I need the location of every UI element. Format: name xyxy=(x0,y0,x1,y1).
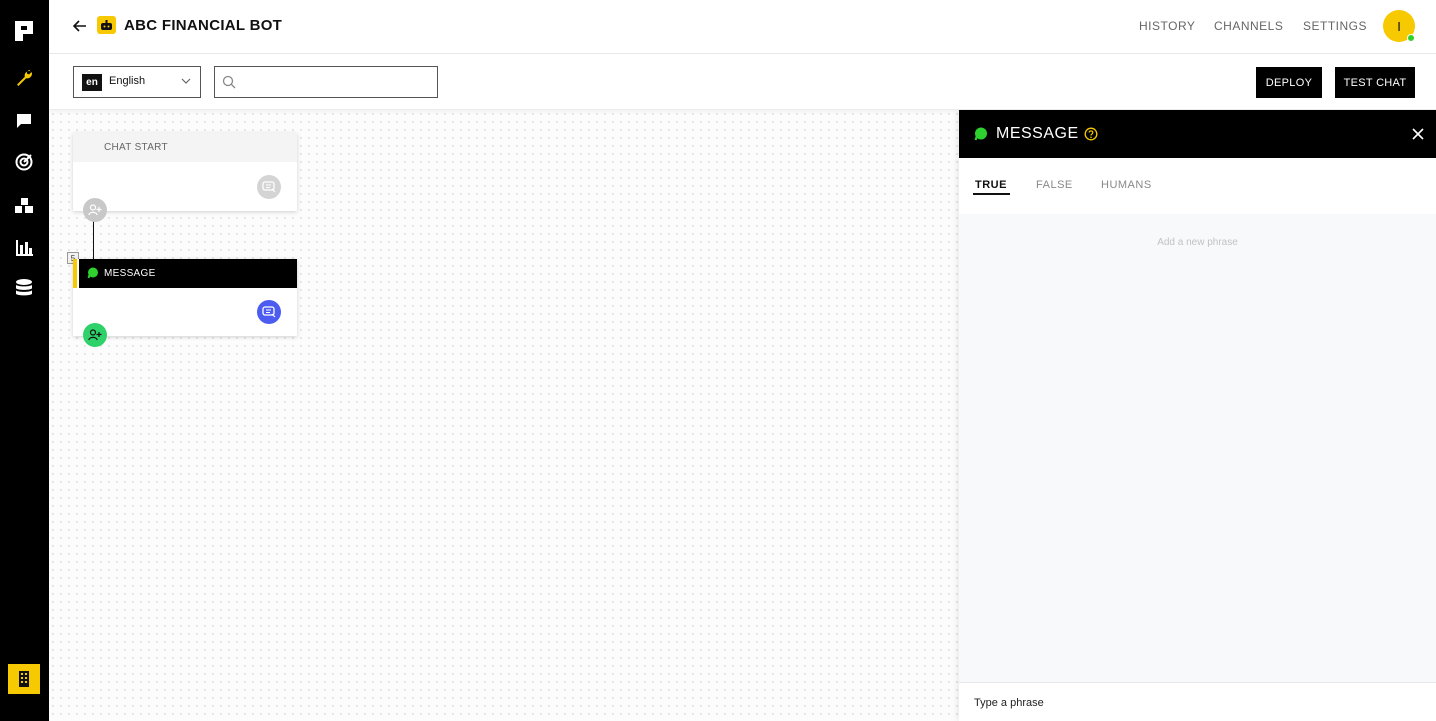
chat-start-label: CHAT START xyxy=(104,142,168,153)
help-icon[interactable] xyxy=(1084,127,1098,141)
top-header: ABC FINANCIAL BOT HISTORY CHANNELS SETTI… xyxy=(49,0,1436,54)
nav-settings[interactable]: SETTINGS xyxy=(1303,19,1367,33)
chat-start-add-user-button[interactable] xyxy=(83,198,107,222)
message-node-label: MESSAGE xyxy=(104,268,156,279)
message-reply-icon xyxy=(262,306,276,318)
search-icon xyxy=(222,75,236,89)
wrench-icon[interactable] xyxy=(14,68,34,88)
test-chat-button[interactable]: TEST CHAT xyxy=(1335,67,1415,98)
whatsapp-icon xyxy=(974,127,987,141)
nav-history[interactable]: HISTORY xyxy=(1139,19,1195,33)
tab-false[interactable]: FALSE xyxy=(1036,179,1073,191)
bar-chart-icon[interactable] xyxy=(14,238,34,258)
node-accent-bar xyxy=(73,259,77,288)
add-user-icon xyxy=(88,329,102,341)
whatsapp-icon xyxy=(87,267,98,279)
bot-icon xyxy=(97,16,116,34)
flow-canvas[interactable]: CHAT START 5 MESSAGE xyxy=(49,110,959,721)
search-box xyxy=(214,66,438,98)
node-connector xyxy=(93,221,94,261)
phrase-input[interactable] xyxy=(974,694,1414,712)
message-node[interactable]: MESSAGE xyxy=(73,259,297,336)
toolbar: en English DEPLOY TEST CHAT xyxy=(49,54,1436,110)
language-select[interactable]: en English xyxy=(73,66,201,98)
deploy-button[interactable]: DEPLOY xyxy=(1256,67,1322,98)
message-panel: MESSAGE TRUE FALSE HUMANS Add a new phra… xyxy=(959,110,1436,721)
panel-header: MESSAGE xyxy=(959,110,1436,158)
target-icon[interactable] xyxy=(14,152,34,172)
organization-button[interactable] xyxy=(8,664,40,694)
language-code-badge: en xyxy=(82,74,102,91)
nav-channels[interactable]: CHANNELS xyxy=(1214,19,1283,33)
message-node-header: MESSAGE xyxy=(79,259,297,288)
phrase-hint: Add a new phrase xyxy=(1157,237,1238,248)
building-icon xyxy=(19,671,29,687)
chat-start-reply-button[interactable] xyxy=(257,175,281,199)
language-label: English xyxy=(109,75,146,87)
phrase-input-bar xyxy=(959,682,1436,721)
chat-start-header: CHAT START xyxy=(73,133,297,162)
tab-true[interactable]: TRUE xyxy=(975,179,1007,191)
panel-title: MESSAGE xyxy=(996,125,1079,142)
chat-start-node[interactable]: CHAT START xyxy=(73,133,297,211)
chevron-down-icon xyxy=(181,78,191,84)
add-user-icon xyxy=(88,204,102,216)
back-arrow-icon[interactable] xyxy=(71,17,89,35)
active-tab-indicator xyxy=(973,193,1010,195)
message-add-user-button[interactable] xyxy=(83,323,107,347)
close-icon[interactable] xyxy=(1411,127,1425,141)
left-sidebar xyxy=(0,0,49,721)
tab-humans[interactable]: HUMANS xyxy=(1101,179,1152,191)
bot-title: ABC FINANCIAL BOT xyxy=(124,17,283,34)
app-logo-icon[interactable] xyxy=(15,21,33,41)
message-reply-button[interactable] xyxy=(257,300,281,324)
search-input[interactable] xyxy=(241,71,431,93)
chat-icon[interactable] xyxy=(14,111,34,131)
message-reply-icon xyxy=(262,181,276,193)
phrase-list: Add a new phrase xyxy=(959,214,1436,682)
database-icon[interactable] xyxy=(14,279,34,299)
online-status-dot xyxy=(1407,34,1415,42)
blocks-icon[interactable] xyxy=(14,196,34,216)
